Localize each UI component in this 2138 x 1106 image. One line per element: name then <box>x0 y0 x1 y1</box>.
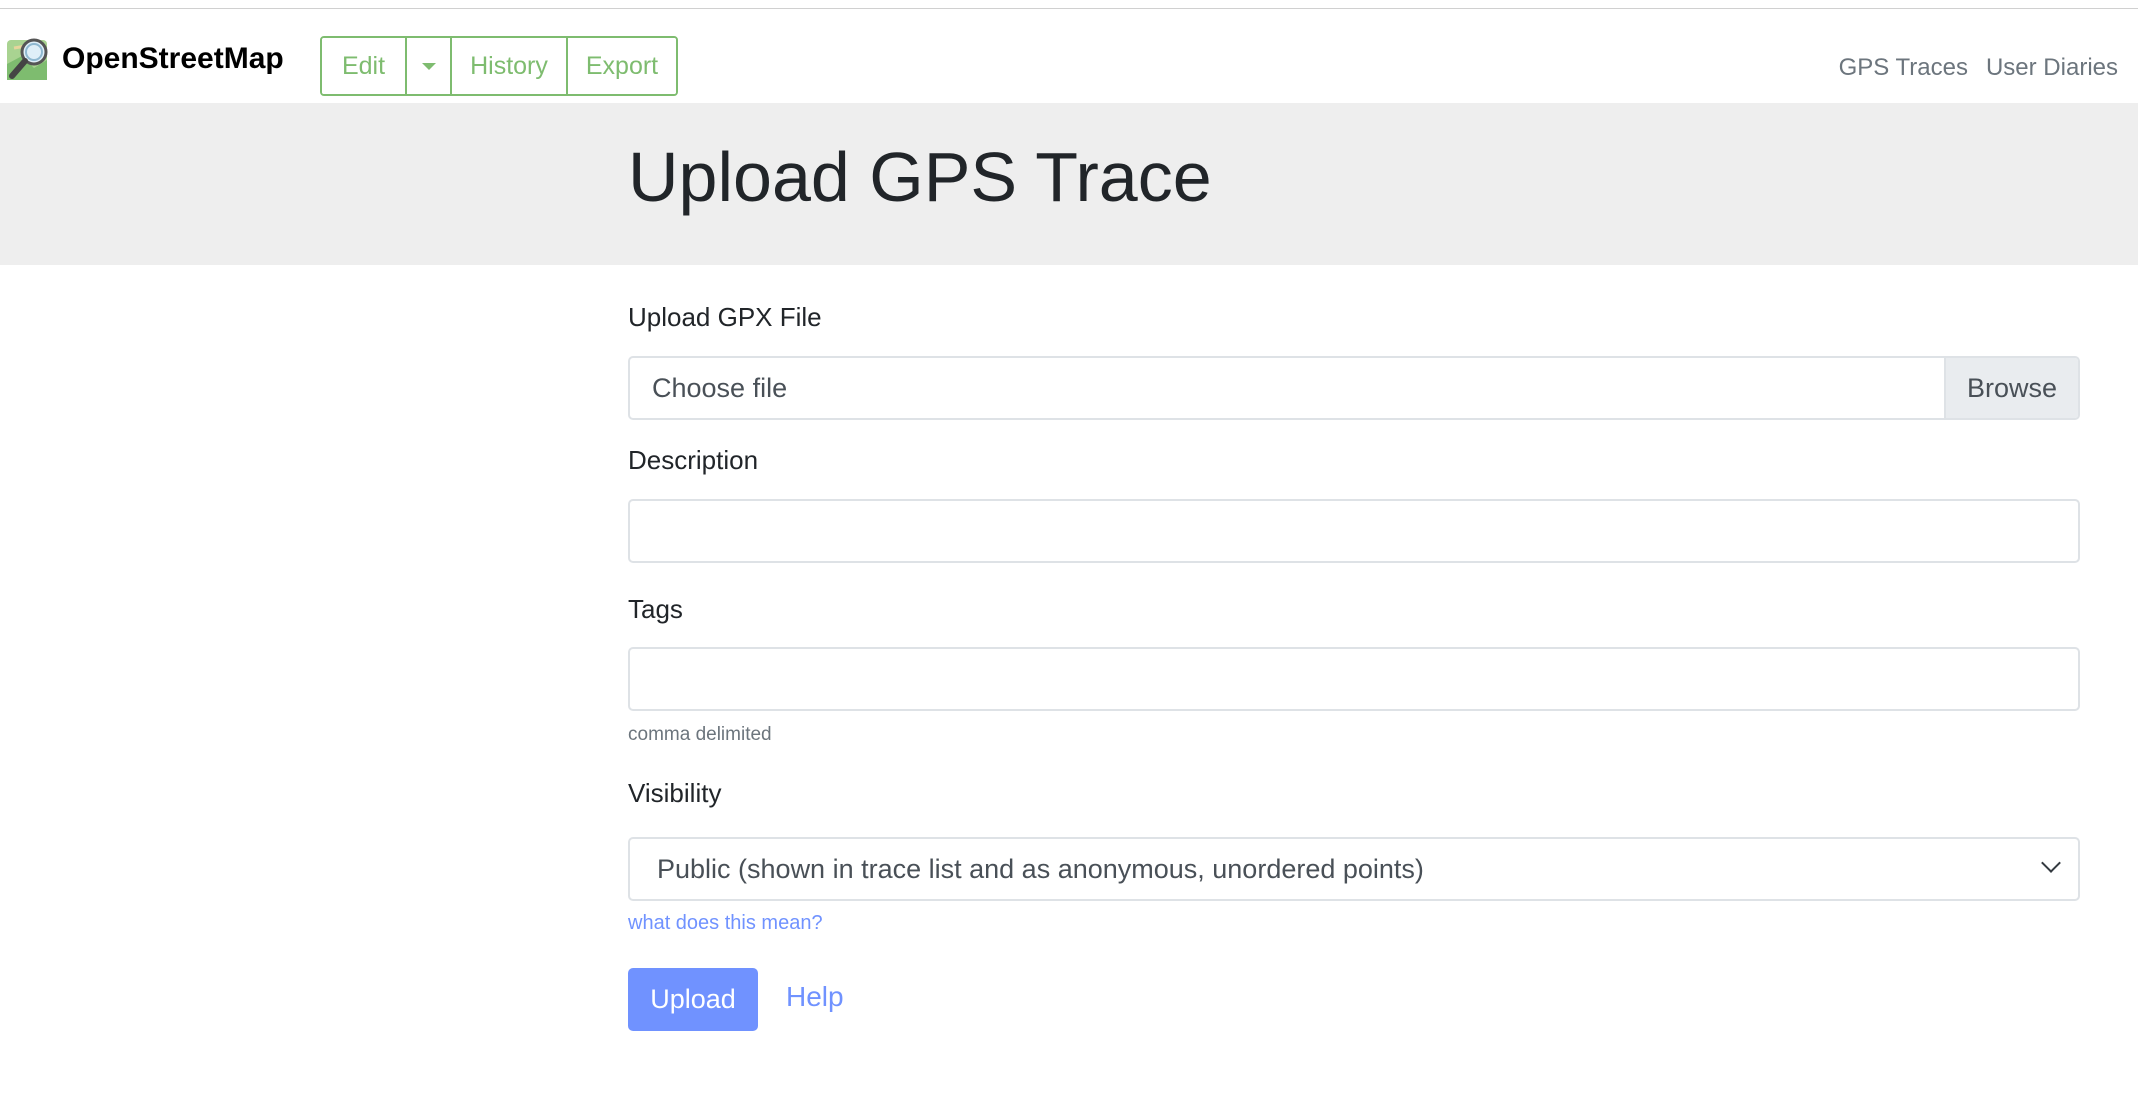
openstreetmap-logo-icon <box>7 38 48 80</box>
description-label: Description <box>628 445 759 475</box>
visibility-label: Visibility <box>628 778 722 808</box>
chevron-down-icon <box>2041 853 2061 873</box>
secondary-nav: GPS Traces User Diaries <box>1839 54 2118 82</box>
edit-button-group: Edit History Export <box>320 36 678 96</box>
site-title: OpenStreetMap <box>62 42 284 75</box>
file-input-text: Choose file <box>652 372 788 403</box>
page-title-band: Upload GPS Trace <box>0 103 2138 265</box>
edit-dropdown-button[interactable] <box>405 38 450 94</box>
window-top-edge <box>0 0 2138 9</box>
page-title: Upload GPS Trace <box>628 138 1212 216</box>
user-diaries-link[interactable]: User Diaries <box>1986 54 2118 82</box>
visibility-selected-value: Public (shown in trace list and as anony… <box>657 853 1424 884</box>
help-link[interactable]: Help <box>786 981 844 1013</box>
file-input[interactable]: Choose file Browse <box>628 356 2080 420</box>
gps-traces-link[interactable]: GPS Traces <box>1839 54 1968 82</box>
description-input[interactable] <box>628 499 2080 563</box>
file-label: Upload GPX File <box>628 302 822 332</box>
history-button[interactable]: History <box>450 38 566 94</box>
edit-button[interactable]: Edit <box>322 38 405 94</box>
upload-button[interactable]: Upload <box>628 968 758 1031</box>
tags-help-text: comma delimited <box>628 724 772 745</box>
caret-down-icon <box>421 62 436 70</box>
browse-button[interactable]: Browse <box>1944 358 2078 418</box>
site-logo-link[interactable]: OpenStreetMap <box>4 32 284 86</box>
visibility-select[interactable]: Public (shown in trace list and as anony… <box>628 837 2080 901</box>
tags-input[interactable] <box>628 647 2080 711</box>
export-button[interactable]: Export <box>566 38 676 94</box>
site-header: OpenStreetMap Edit History Export GPS Tr… <box>0 10 2138 103</box>
visibility-help-link[interactable]: what does this mean? <box>628 912 823 935</box>
tags-label: Tags <box>628 594 683 624</box>
